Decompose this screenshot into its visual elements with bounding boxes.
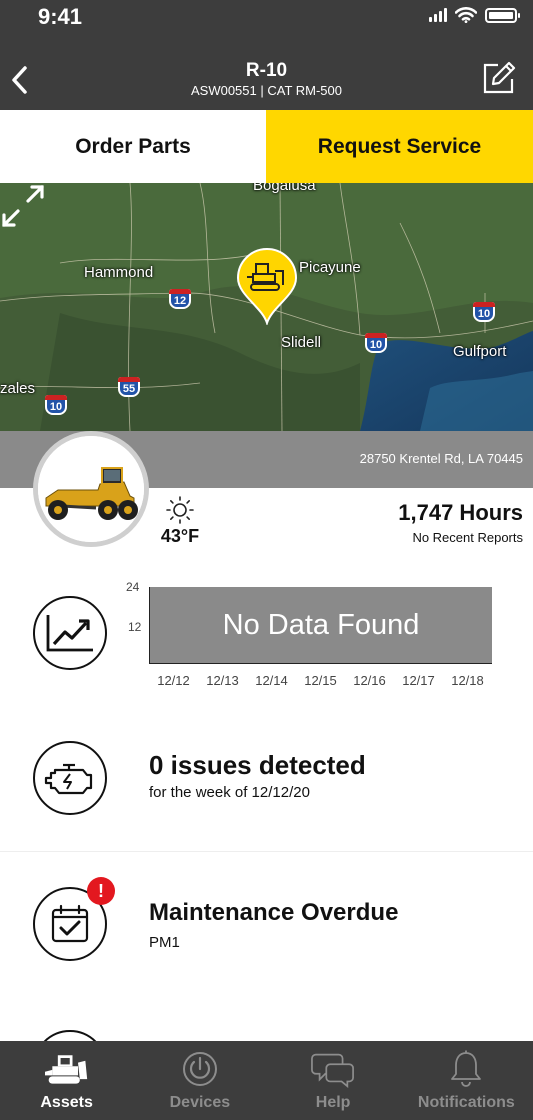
map-label-hammond: Hammond (84, 264, 154, 281)
tab-help[interactable]: Help (267, 1041, 400, 1120)
maintenance-title: Maintenance Overdue (149, 899, 399, 926)
chart-x-tick: 12/17 (402, 673, 435, 688)
expand-map-icon[interactable] (0, 183, 46, 229)
map-label-gulfport: Gulfport (453, 343, 507, 360)
chart-x-tick: 12/16 (353, 673, 386, 688)
weather-widget: 43°F (152, 496, 208, 547)
status-time: 9:41 (38, 4, 83, 29)
chart-x-tick: 12/14 (255, 673, 288, 688)
calendar-check-icon (51, 904, 89, 943)
signal-icon (429, 8, 447, 22)
chart-x-tick: 12/12 (157, 673, 190, 688)
sun-icon (166, 496, 194, 524)
map-label-slidell: Slidell (281, 334, 322, 351)
tab-notifications[interactable]: Notifications (400, 1041, 533, 1120)
bulldozer-icon (44, 1055, 87, 1084)
tab-devices[interactable]: Devices (133, 1041, 266, 1120)
chart-y-tick-24: 24 (126, 580, 140, 594)
usage-chart-plot: No Data Found (149, 587, 492, 664)
interstate-10-shield: 10 (365, 333, 387, 353)
page-title: R-10 (245, 60, 288, 81)
wifi-icon (455, 7, 477, 23)
hours-value: 1,747 Hours (398, 500, 523, 525)
interstate-10-shield: 10 (45, 395, 67, 415)
chart-x-tick: 12/15 (304, 673, 337, 688)
power-icon (182, 1052, 217, 1086)
hours-block: 1,747 Hours No Recent Reports (398, 500, 523, 545)
section-divider (0, 851, 533, 852)
issues-title: 0 issues detected (149, 750, 366, 780)
engine-icon-circle[interactable] (33, 741, 107, 815)
status-icons (429, 7, 520, 23)
tab-notifications-label: Notifications (417, 1094, 515, 1111)
action-bar: Order Parts Request Service (0, 110, 533, 183)
battery-icon (485, 7, 520, 23)
trend-chart-icon (46, 615, 93, 652)
chart-y-tick-12: 12 (128, 620, 142, 634)
chart-x-tick: 12/13 (206, 673, 239, 688)
tab-assets[interactable]: Assets (0, 1041, 133, 1120)
chart-x-tick: 12/18 (451, 673, 484, 688)
chat-bubbles-icon (311, 1053, 355, 1088)
tab-help-label: Help (315, 1094, 351, 1111)
top-bar: 9:41 R-10 ASW00551 | CAT RM-500 (0, 0, 533, 110)
issues-subtitle: for the week of 12/12/20 (149, 784, 310, 801)
engine-icon (44, 763, 93, 795)
asset-address: 28750 Krentel Rd, LA 70445 (359, 451, 523, 466)
interstate-10-shield: 10 (473, 302, 495, 322)
map-label-picayune: Picayune (299, 259, 361, 276)
chart-x-axis: 12/12 12/13 12/14 12/15 12/16 12/17 12/1… (149, 673, 492, 688)
interstate-12-shield: 12 (169, 289, 191, 309)
edit-icon (483, 61, 516, 94)
weather-temperature: 43°F (160, 526, 200, 546)
request-service-button[interactable]: Request Service (266, 110, 533, 183)
page-subtitle: ASW00551 | CAT RM-500 (190, 83, 342, 98)
tab-devices-label: Devices (169, 1094, 231, 1111)
motor-grader-image (38, 436, 144, 542)
map-label-bogalusa: Bogalusa (253, 183, 316, 194)
tab-assets-label: Assets (40, 1094, 93, 1111)
chart-empty-message: No Data Found (222, 608, 420, 641)
overdue-alert-badge: ! (87, 877, 115, 905)
bell-icon (451, 1050, 482, 1087)
bottom-tab-bar: Assets Devices Help Notifications (0, 1041, 533, 1120)
map-label-gonzales: zales (0, 380, 36, 397)
usage-chart-icon-circle[interactable] (33, 596, 107, 670)
interstate-55-shield: 55 (118, 377, 140, 397)
header-title-block: R-10 ASW00551 | CAT RM-500 (0, 60, 533, 98)
asset-location-pin[interactable] (236, 247, 298, 325)
order-parts-button[interactable]: Order Parts (0, 110, 266, 183)
hours-note: No Recent Reports (412, 530, 523, 545)
edit-button[interactable] (480, 60, 516, 96)
asset-avatar (33, 431, 149, 547)
asset-location-map[interactable]: Bogalusa Hammond Picayune Slidell Gulfpo… (0, 183, 533, 431)
maintenance-subtitle: PM1 (149, 934, 180, 951)
